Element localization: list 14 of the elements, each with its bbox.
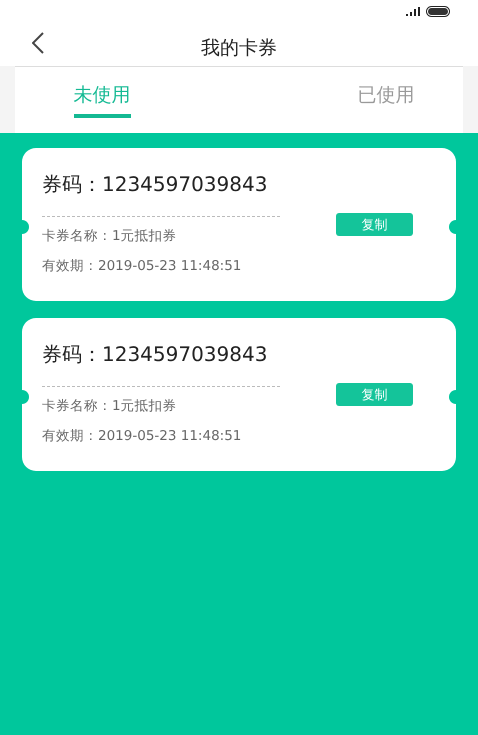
- expiry-date: 有效期：2019-05-23 11:48:51: [42, 256, 242, 274]
- page-title: 我的卡券: [201, 36, 277, 61]
- copy-button[interactable]: 复制: [336, 383, 413, 406]
- coupon-name: 卡券名称：1元抵扣券: [42, 226, 178, 244]
- copy-button[interactable]: 复制: [336, 213, 413, 236]
- coupon-code: 券码：1234597039843: [42, 340, 268, 368]
- tab[interactable]: 未使用: [74, 67, 130, 118]
- back-icon[interactable]: [32, 32, 44, 54]
- battery-icon: [426, 6, 450, 16]
- tab[interactable]: 已使用: [358, 67, 414, 118]
- expiry-date: 有效期：2019-05-23 11:48:51: [42, 426, 242, 444]
- coupon-code: 券码：1234597039843: [42, 170, 268, 198]
- signal-icon: [406, 6, 420, 16]
- coupon-name: 卡券名称：1元抵扣券: [42, 396, 178, 414]
